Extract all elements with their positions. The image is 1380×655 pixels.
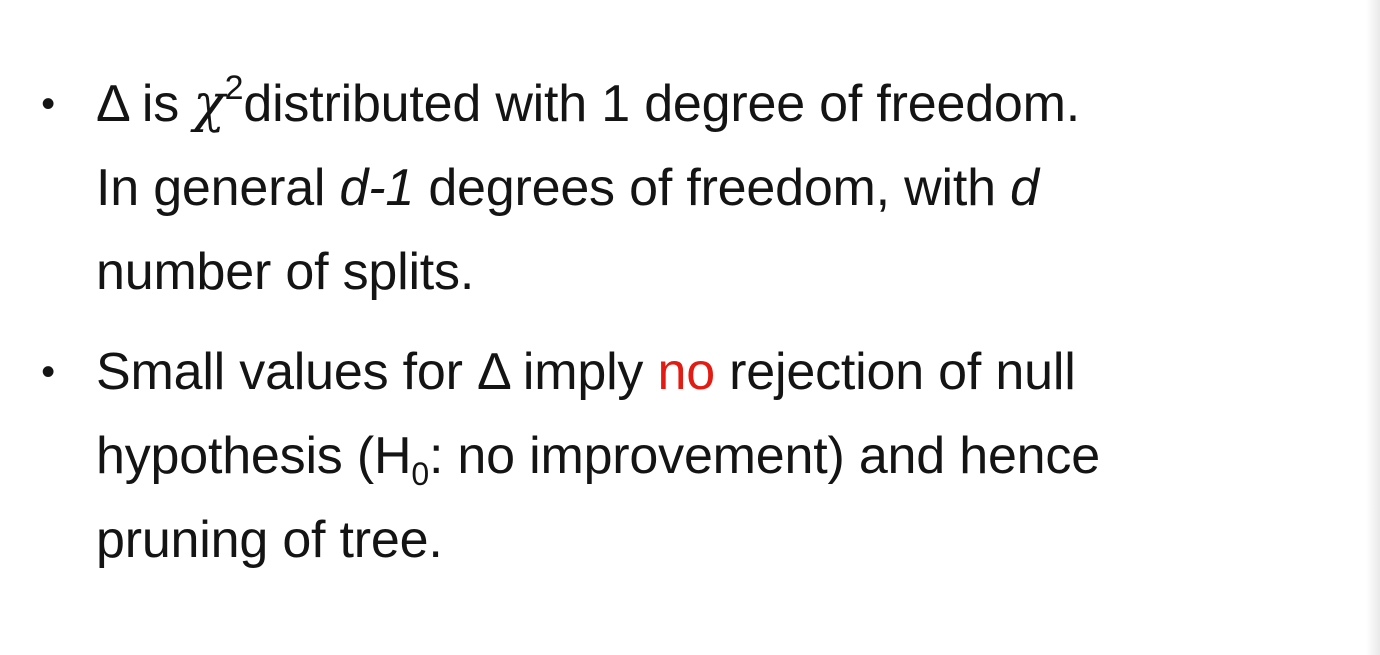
bullet-item-chi-square: • Δ is χ2distributed with 1 degree of fr…: [38, 62, 1358, 314]
text-fragment: rejection of null: [714, 343, 1076, 401]
bullet-line: In general d-1 degrees of freedom, with …: [96, 146, 1358, 230]
bullet-list: • Δ is χ2distributed with 1 degree of fr…: [38, 62, 1358, 582]
superscript-two: 2: [224, 69, 244, 107]
delta-symbol: Δ: [476, 343, 509, 401]
bullet-marker: •: [41, 82, 55, 126]
text-fragment: imply: [508, 343, 658, 401]
bullet-line: Δ is χ2distributed with 1 degree of free…: [96, 62, 1358, 146]
slide: • Δ is χ2distributed with 1 degree of fr…: [0, 0, 1380, 655]
text-fragment: Small values for: [96, 343, 477, 401]
bullet-line: Small values for Δ imply no rejection of…: [96, 330, 1358, 414]
italic-d: d: [1010, 159, 1039, 217]
italic-d-minus-one: d-1: [339, 159, 415, 217]
text-fragment: degrees of freedom, with: [414, 159, 1011, 217]
bullet-line: pruning of tree.: [96, 511, 443, 569]
text-fragment: is: [127, 75, 194, 133]
delta-symbol: Δ: [96, 75, 128, 133]
subscript-zero: 0: [411, 456, 429, 492]
bullet-line: hypothesis (H0: no improvement) and henc…: [96, 414, 1358, 498]
bullet-line: number of splits.: [96, 243, 475, 301]
bullet-marker: •: [41, 350, 55, 394]
emphasis-no: no: [657, 343, 715, 401]
chi-symbol: χ: [193, 74, 225, 134]
text-fragment: distributed with 1 degree of freedom.: [243, 75, 1080, 133]
text-fragment: In general: [96, 159, 340, 217]
text-fragment: hypothesis (H: [96, 427, 412, 485]
slide-edge-shadow: [1366, 0, 1380, 655]
bullet-item-small-values: • Small values for Δ imply no rejection …: [38, 330, 1358, 582]
text-fragment: : no improvement) and hence: [428, 427, 1100, 485]
